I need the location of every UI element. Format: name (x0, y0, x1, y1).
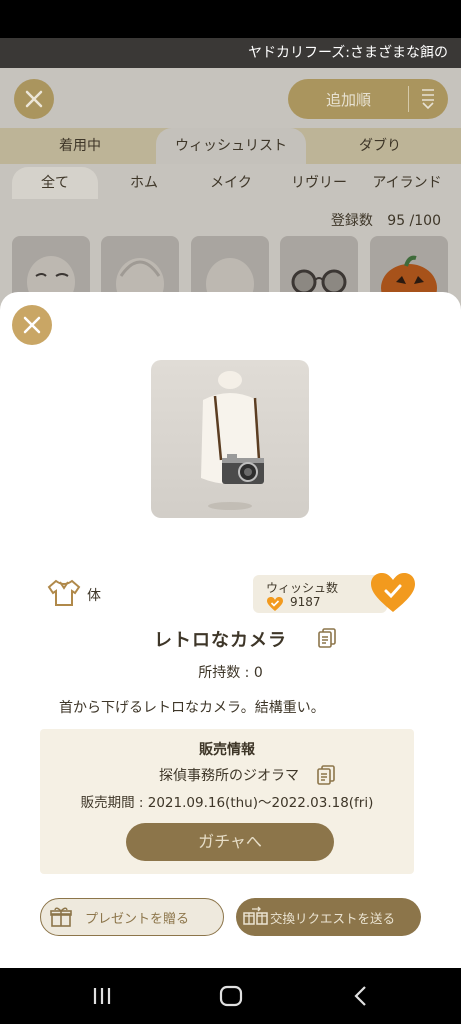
registered-count: 登録数 95 /100 (331, 210, 441, 230)
item-description: 首から下げるレトロなカメラ。結構重い。 (59, 700, 325, 716)
gift-icon (50, 907, 72, 927)
wish-count: 9187 (290, 595, 321, 609)
trade-button-label: 交換リクエストを送る (270, 911, 396, 926)
trade-request-button[interactable]: 交換リクエストを送る (236, 898, 421, 936)
filter-bar: 全て ホム メイク リヴリー アイランド (0, 164, 461, 202)
camera-item-image (201, 371, 264, 510)
tab-wearing: 着用中 (59, 138, 101, 154)
item-detail-sheet: 体 ウィッシュ数 9187 レトロなカメラ 所持数 : 0 首から下げるレトロな… (0, 292, 461, 968)
home-icon[interactable] (217, 982, 245, 1010)
wish-label: ウィッシュ数 (266, 581, 339, 595)
recent-apps-icon[interactable] (88, 982, 116, 1010)
sort-dropdown: 追加順 (288, 79, 448, 119)
filter-island: アイランド (372, 175, 442, 191)
close-button[interactable] (12, 305, 52, 345)
close-icon (23, 316, 41, 334)
item-image (151, 360, 309, 518)
filter-all: 全て (12, 167, 98, 199)
status-bar (0, 0, 461, 38)
tab-bar: 着用中 ウィッシュリスト ダブり (0, 128, 461, 164)
ticker-text: ヤドカリフーズ:さまざまな餌の (248, 45, 449, 61)
gift-exchange-icon (243, 906, 268, 925)
news-ticker: ヤドカリフーズ:さまざまな餌の (0, 38, 461, 68)
sale-info-box: 販売情報 探偵事務所のジオラマ 販売期間 : 2021.09.16(thu)〜2… (40, 729, 414, 874)
close-icon (25, 90, 43, 108)
system-navigation-bar (0, 968, 461, 1024)
background-close-button (14, 79, 54, 119)
category-label: 体 (87, 588, 101, 604)
sale-source: 探偵事務所のジオラマ (159, 768, 299, 784)
registered-label: 登録数 (330, 213, 373, 229)
sale-info-title: 販売情報 (199, 742, 255, 758)
wish-count-box: ウィッシュ数 9187 (253, 575, 387, 613)
present-button[interactable]: プレゼントを贈る (40, 898, 224, 936)
filter-makeup: メイク (210, 175, 252, 191)
present-button-label: プレゼントを贈る (85, 912, 190, 927)
copy-icon[interactable] (317, 765, 335, 785)
sale-period: 販売期間 : 2021.09.16(thu)〜2022.03.18(fri) (80, 795, 374, 811)
sort-icon (422, 89, 434, 110)
filter-home: ホム (130, 175, 158, 191)
tab-duplicates: ダブり (359, 138, 401, 154)
back-icon[interactable] (347, 982, 375, 1010)
filter-livly: リヴリー (291, 175, 347, 191)
heart-icon (267, 597, 283, 611)
sort-divider (408, 86, 409, 112)
gacha-button[interactable]: ガチャへ (126, 823, 334, 861)
item-name-row: レトロなカメラ (0, 626, 461, 652)
tab-wishlist: ウィッシュリスト (156, 128, 306, 164)
shirt-icon (47, 579, 81, 606)
owned-count: 所持数 : 0 (198, 665, 263, 681)
item-name: レトロなカメラ (154, 630, 287, 651)
sort-label: 追加順 (326, 91, 372, 109)
copy-icon[interactable] (318, 628, 336, 648)
registered-value: 95 /100 (387, 213, 441, 229)
wishlist-heart-button[interactable] (369, 572, 417, 614)
